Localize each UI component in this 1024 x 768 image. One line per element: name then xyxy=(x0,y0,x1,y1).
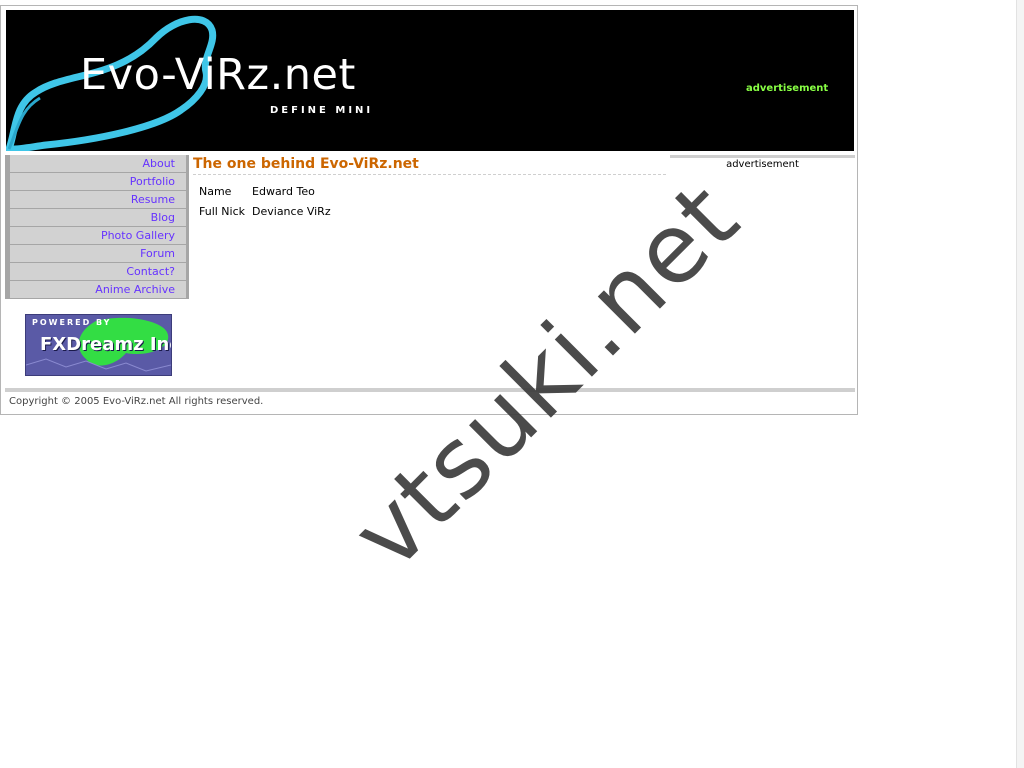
powered-by-label: POWERED BY xyxy=(32,318,112,327)
profile-row: Full Nick Deviance ViRz xyxy=(199,203,338,223)
window-scrollbar[interactable] xyxy=(1016,0,1024,768)
main-content: The one behind Evo-ViRz.net Name Edward … xyxy=(193,155,666,223)
profile-row: Name Edward Teo xyxy=(199,183,338,203)
badge-brand-name: FXDreamz Inc. xyxy=(40,334,171,355)
profile-value: Edward Teo xyxy=(252,185,315,198)
profile-value: Deviance ViRz xyxy=(252,205,331,218)
nav-item-portfolio[interactable]: Portfolio xyxy=(10,173,186,190)
site-title: Evo-ViRz.net xyxy=(80,50,356,100)
profile-table: Name Edward Teo Full Nick Deviance ViRz xyxy=(199,183,338,223)
nav-item-about[interactable]: About xyxy=(10,155,186,172)
nav-item-anime-archive[interactable]: Anime Archive xyxy=(10,281,186,298)
nav-item-photo-gallery[interactable]: Photo Gallery xyxy=(10,227,186,244)
profile-label: Name xyxy=(199,185,232,198)
page-title: The one behind Evo-ViRz.net xyxy=(193,155,666,175)
nav-item-forum[interactable]: Forum xyxy=(10,245,186,262)
sidebar-advertisement[interactable]: advertisement xyxy=(670,155,855,170)
site-header-banner: Evo-ViRz.net DEFINE MINI advertisement xyxy=(6,10,854,151)
header-advertisement[interactable]: advertisement xyxy=(746,83,828,94)
main-navigation: About Portfolio Resume Blog Photo Galler… xyxy=(5,155,189,299)
page-frame: Evo-ViRz.net DEFINE MINI advertisement A… xyxy=(0,5,858,415)
copyright-notice: Copyright © 2005 Evo-ViRz.net All rights… xyxy=(9,396,264,407)
powered-by-badge[interactable]: POWERED BY FXDreamz Inc. xyxy=(25,314,172,376)
nav-item-blog[interactable]: Blog xyxy=(10,209,186,226)
nav-item-contact[interactable]: Contact? xyxy=(10,263,186,280)
profile-label: Full Nick xyxy=(199,205,246,218)
footer-divider xyxy=(5,388,855,392)
site-tagline: DEFINE MINI xyxy=(270,105,374,116)
nav-item-resume[interactable]: Resume xyxy=(10,191,186,208)
